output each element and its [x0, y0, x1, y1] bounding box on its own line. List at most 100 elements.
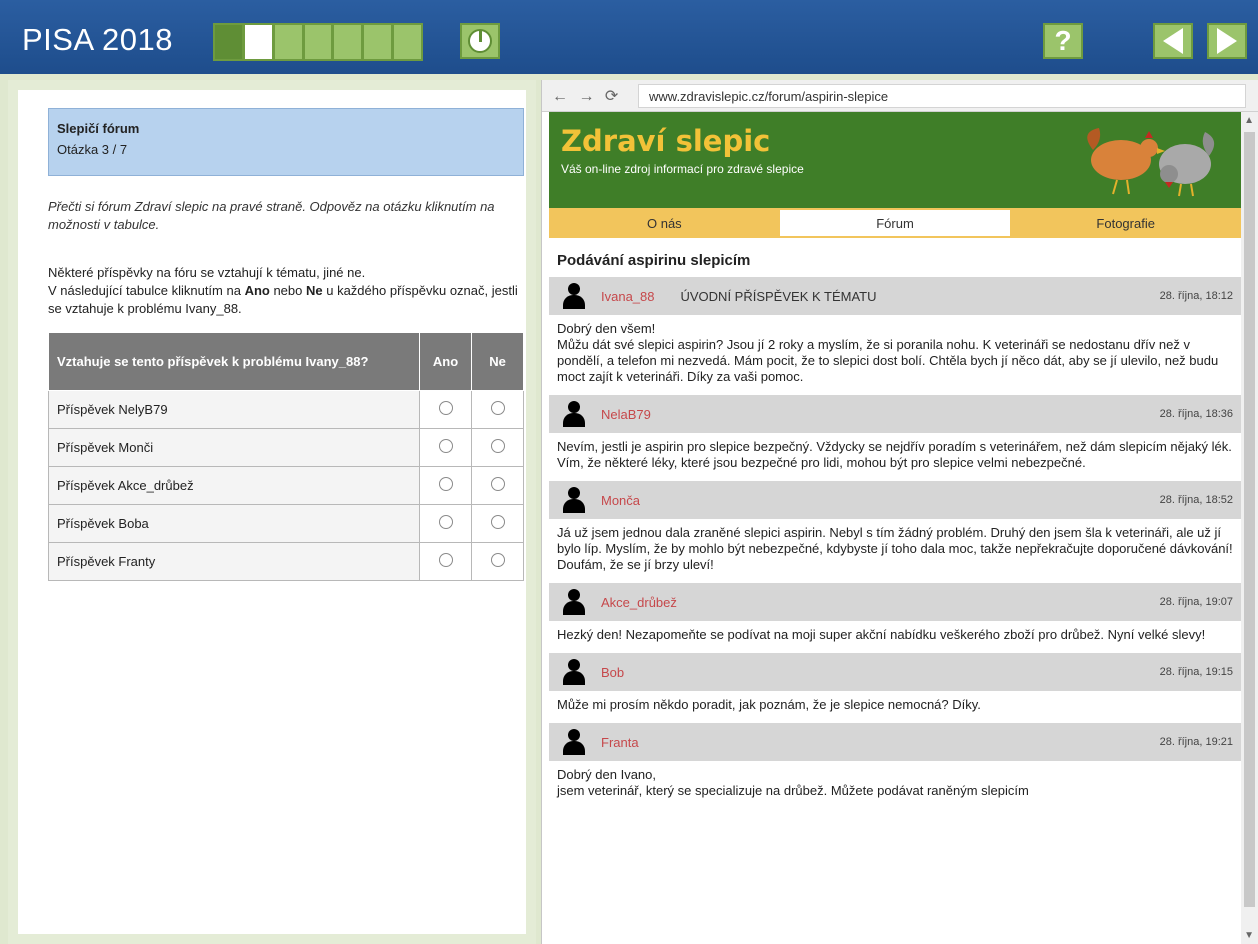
post-body: Může mi prosím někdo poradit, jak poznám… — [549, 691, 1241, 723]
post-text: jsem veterinář, který se specializuje na… — [557, 783, 1029, 798]
table-row: Příspěvek Franty — [48, 542, 524, 581]
post-text: Já už jsem jednou dala zraněné slepici a… — [557, 525, 1233, 572]
no-radio-cell[interactable] — [471, 428, 524, 467]
row-label: Příspěvek Akce_drůbež — [48, 466, 420, 505]
progress-bar — [213, 23, 423, 61]
question-mark-icon: ? — [1054, 25, 1072, 56]
post-header: Monča 28. října, 18:52 — [549, 481, 1241, 519]
task-no-word: Ne — [306, 283, 323, 298]
progress-segment — [304, 25, 332, 59]
address-bar: ← → ⟳ www.zdravislepic.cz/forum/aspirin-… — [542, 80, 1258, 112]
row-label: Příspěvek Boba — [48, 504, 420, 543]
no-radio[interactable] — [490, 477, 505, 491]
help-button[interactable]: ? — [1043, 23, 1083, 59]
stimulus-browser: ← → ⟳ www.zdravislepic.cz/forum/aspirin-… — [541, 80, 1258, 944]
post-username: Bob — [601, 664, 625, 680]
site-nav: O nás Fórum Fotografie — [549, 208, 1241, 238]
scroll-thumb[interactable] — [1244, 132, 1255, 907]
scroll-down-icon[interactable]: ▼ — [1244, 930, 1254, 941]
no-radio-cell[interactable] — [471, 390, 524, 429]
post-text: Dobrý den Ivano, — [557, 767, 657, 782]
yes-radio-cell[interactable] — [419, 466, 472, 505]
browser-nav-icons[interactable]: ← → ⟳ — [552, 86, 638, 106]
post-text: Můžu dát své slepici aspirin? Jsou jí 2 … — [557, 337, 1219, 384]
user-avatar-icon — [563, 659, 585, 685]
user-avatar-icon — [563, 729, 585, 755]
answer-table-no-header: Ne — [471, 332, 524, 391]
no-radio-cell[interactable] — [471, 504, 524, 543]
yes-radio-cell[interactable] — [419, 504, 472, 543]
post-topic-label: ÚVODNÍ PŘÍSPĚVEK K TÉMATU — [680, 288, 877, 304]
question-content: Slepičí fórum Otázka 3 / 7 Přečti si fór… — [18, 90, 526, 934]
answer-table-question-header: Vztahuje se tento příspěvek k problému I… — [48, 332, 420, 391]
no-radio[interactable] — [490, 553, 505, 567]
yes-radio[interactable] — [438, 439, 453, 453]
post-header: NelaB79 28. října, 18:36 — [549, 395, 1241, 433]
post-text: Hezký den! Nezapomeňte se podívat na moj… — [557, 627, 1206, 642]
yes-radio[interactable] — [438, 401, 453, 415]
yes-radio[interactable] — [438, 553, 453, 567]
post-date: 28. října, 18:36 — [1159, 408, 1233, 420]
clock-icon — [468, 29, 492, 53]
no-radio[interactable] — [490, 515, 505, 529]
task-line-2-pre: V následující tabulce kliknutím na — [48, 283, 245, 298]
nav-tab-about[interactable]: O nás — [549, 208, 780, 238]
post-username: Akce_drůbež — [601, 594, 677, 610]
app-title: PISA 2018 — [22, 22, 174, 57]
post-body: Dobrý den Ivano, jsem veterinář, který s… — [549, 761, 1241, 809]
row-label: Příspěvek Monči — [48, 428, 420, 467]
progress-segment-current — [244, 25, 272, 59]
post-header: Franta 28. října, 19:21 — [549, 723, 1241, 761]
post-date: 28. října, 19:15 — [1159, 666, 1233, 678]
row-label: Příspěvek Franty — [48, 542, 420, 581]
no-radio[interactable] — [490, 401, 505, 415]
yes-radio[interactable] — [438, 515, 453, 529]
post-text: Může mi prosím někdo poradit, jak poznám… — [557, 697, 981, 712]
progress-segment — [364, 25, 392, 59]
post-header: Bob 28. října, 19:15 — [549, 653, 1241, 691]
post-date: 28. října, 18:12 — [1159, 290, 1233, 302]
post-username: Monča — [601, 492, 641, 508]
post-body: Dobrý den všem! Můžu dát své slepici asp… — [549, 315, 1241, 395]
yes-radio-cell[interactable] — [419, 390, 472, 429]
post-username: NelaB79 — [601, 406, 651, 422]
nav-tab-forum[interactable]: Fórum — [779, 210, 1011, 236]
url-field[interactable]: www.zdravislepic.cz/forum/aspirin-slepic… — [638, 83, 1246, 108]
yes-radio-cell[interactable] — [419, 542, 472, 581]
user-avatar-icon — [563, 283, 585, 309]
timer-button[interactable] — [460, 23, 500, 59]
user-avatar-icon — [563, 487, 585, 513]
nav-tab-photos[interactable]: Fotografie — [1010, 208, 1241, 238]
yes-radio[interactable] — [438, 477, 453, 491]
scrollbar[interactable]: ▲ ▼ — [1241, 112, 1258, 944]
row-label: Příspěvek NelyB79 — [48, 390, 420, 429]
post-username: Franta — [601, 734, 639, 750]
table-row: Příspěvek Monči — [48, 428, 524, 467]
unit-header: Slepičí fórum Otázka 3 / 7 — [48, 108, 524, 176]
site-header: Zdraví slepic Váš on-line zdroj informac… — [549, 112, 1241, 208]
arrow-right-icon — [1217, 28, 1237, 54]
post-text: Nevím, jestli je aspirin pro slepice bez… — [557, 439, 1232, 470]
question-panel: Slepičí fórum Otázka 3 / 7 Přečti si fór… — [8, 80, 536, 944]
task-line-2-mid: nebo — [269, 283, 306, 298]
post-header: Akce_drůbež 28. října, 19:07 — [549, 583, 1241, 621]
scroll-up-icon[interactable]: ▲ — [1244, 115, 1254, 126]
yes-radio-cell[interactable] — [419, 428, 472, 467]
table-row: Příspěvek Akce_drůbež — [48, 466, 524, 505]
post-body: Já už jsem jednou dala zraněné slepici a… — [549, 519, 1241, 583]
post-username: Ivana_88 — [601, 288, 655, 304]
user-avatar-icon — [563, 589, 585, 615]
next-button[interactable] — [1207, 23, 1247, 59]
table-row: Příspěvek Boba — [48, 504, 524, 543]
answer-table-header: Vztahuje se tento příspěvek k problému I… — [48, 332, 524, 391]
post-body: Hezký den! Nezapomeňte se podívat na moj… — [549, 621, 1241, 653]
no-radio[interactable] — [490, 439, 505, 453]
task-line-1: Některé příspěvky na fóru se vztahují k … — [48, 265, 366, 280]
no-radio-cell[interactable] — [471, 466, 524, 505]
forum-page: Zdraví slepic Váš on-line zdroj informac… — [549, 112, 1241, 944]
no-radio-cell[interactable] — [471, 542, 524, 581]
table-row: Příspěvek NelyB79 — [48, 390, 524, 429]
task-yes-word: Ano — [244, 283, 270, 298]
previous-button[interactable] — [1153, 23, 1193, 59]
post-body: Nevím, jestli je aspirin pro slepice bez… — [549, 433, 1241, 481]
